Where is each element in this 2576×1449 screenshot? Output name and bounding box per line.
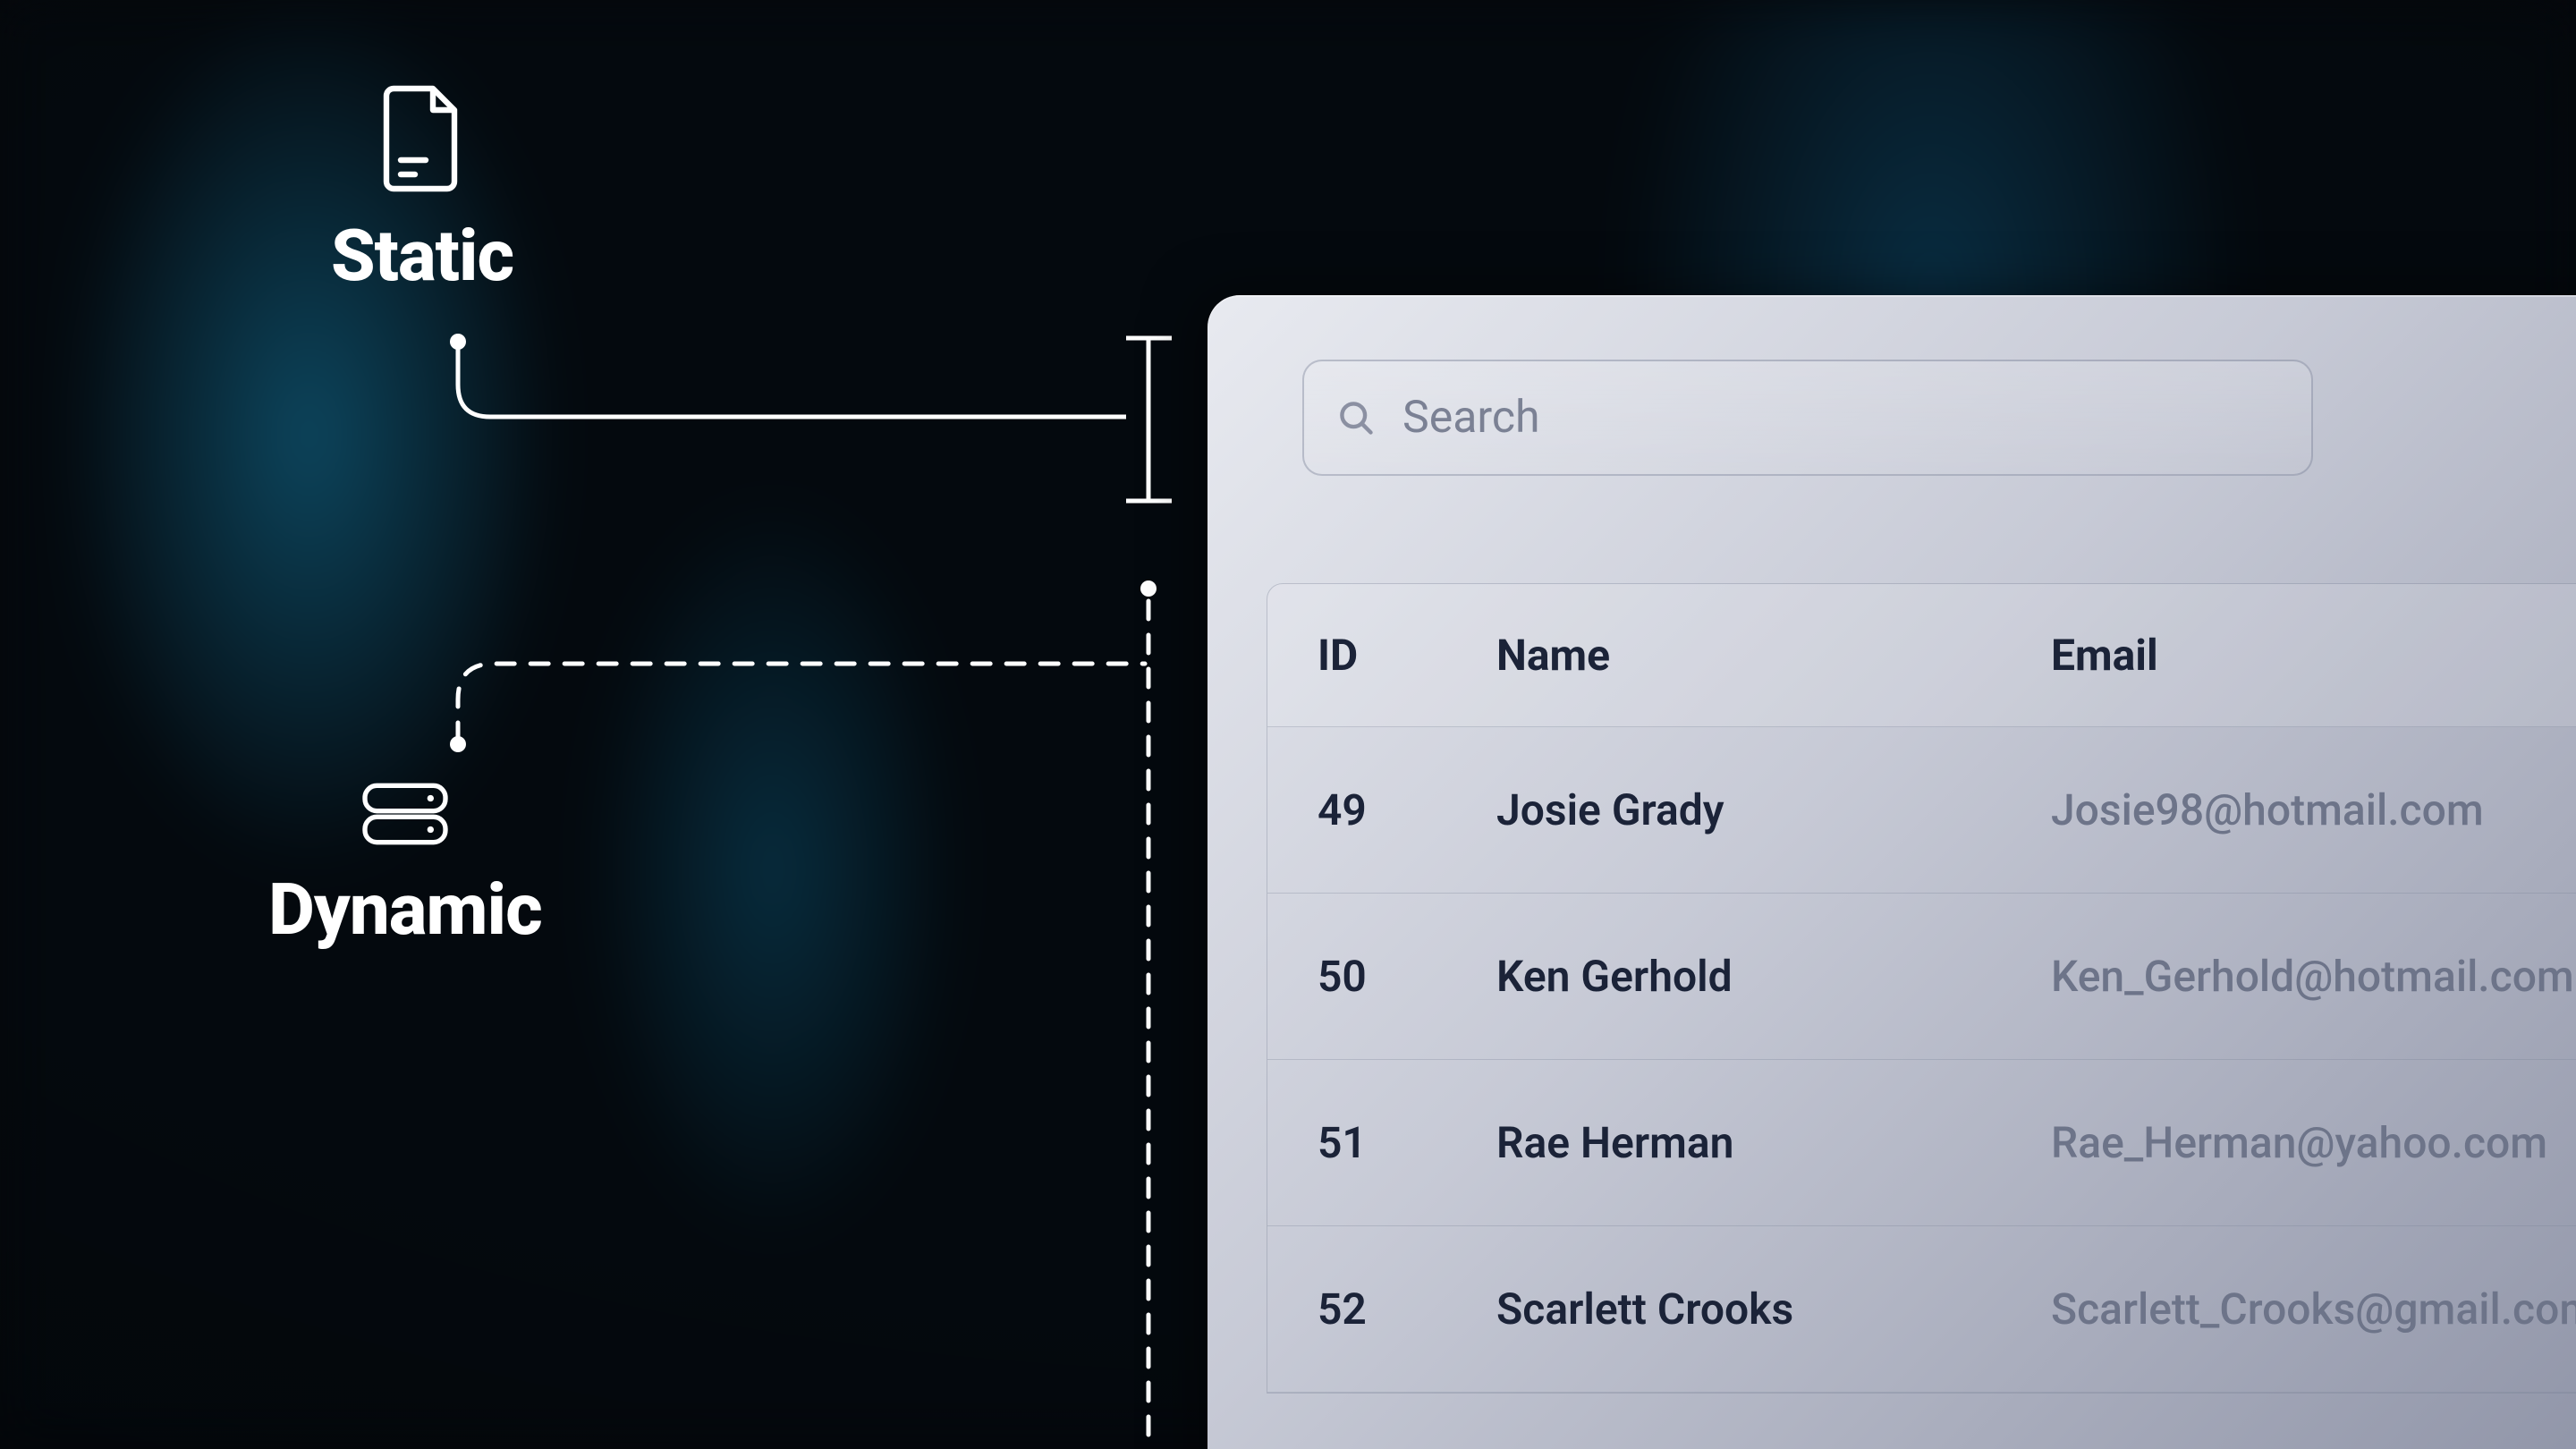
- col-header-id: ID: [1318, 630, 1496, 681]
- dynamic-label: Dynamic: [268, 868, 542, 952]
- cell-name: Scarlett Crooks: [1496, 1284, 2051, 1335]
- cell-email: Rae_Herman@yahoo.com: [2051, 1117, 2576, 1168]
- table-row[interactable]: 52 Scarlett Crooks Scarlett_Crooks@gmail…: [1267, 1226, 2576, 1393]
- cell-id: 50: [1318, 951, 1496, 1002]
- cell-name: Rae Herman: [1496, 1117, 2051, 1168]
- cell-email: Ken_Gerhold@hotmail.com: [2051, 951, 2576, 1002]
- table-row[interactable]: 49 Josie Grady Josie98@hotmail.com: [1267, 727, 2576, 894]
- cell-email: Josie98@hotmail.com: [2051, 784, 2576, 835]
- search-input[interactable]: Search: [1302, 360, 2313, 476]
- static-section: Static: [331, 85, 513, 298]
- data-table: ID Name Email 49 Josie Grady Josie98@hot…: [1267, 583, 2576, 1394]
- static-label: Static: [331, 214, 513, 298]
- cell-id: 52: [1318, 1284, 1496, 1335]
- app-panel: Search ID Name Email 49 Josie Grady Josi…: [1208, 295, 2576, 1449]
- cell-name: Ken Gerhold: [1496, 951, 2051, 1002]
- cell-email: Scarlett_Crooks@gmail.com: [2051, 1284, 2576, 1335]
- table-row[interactable]: 51 Rae Herman Rae_Herman@yahoo.com: [1267, 1060, 2576, 1226]
- table-header-row: ID Name Email: [1267, 584, 2576, 727]
- dynamic-section: Dynamic: [268, 778, 542, 952]
- database-icon: [360, 778, 450, 850]
- document-icon: [379, 85, 465, 192]
- col-header-name: Name: [1496, 630, 2051, 681]
- cell-name: Josie Grady: [1496, 784, 2051, 835]
- col-header-email: Email: [2051, 630, 2576, 681]
- cell-id: 49: [1318, 784, 1496, 835]
- table-row[interactable]: 50 Ken Gerhold Ken_Gerhold@hotmail.com: [1267, 894, 2576, 1060]
- search-placeholder: Search: [1402, 392, 1540, 444]
- cell-id: 51: [1318, 1117, 1496, 1168]
- search-icon: [1336, 398, 1376, 437]
